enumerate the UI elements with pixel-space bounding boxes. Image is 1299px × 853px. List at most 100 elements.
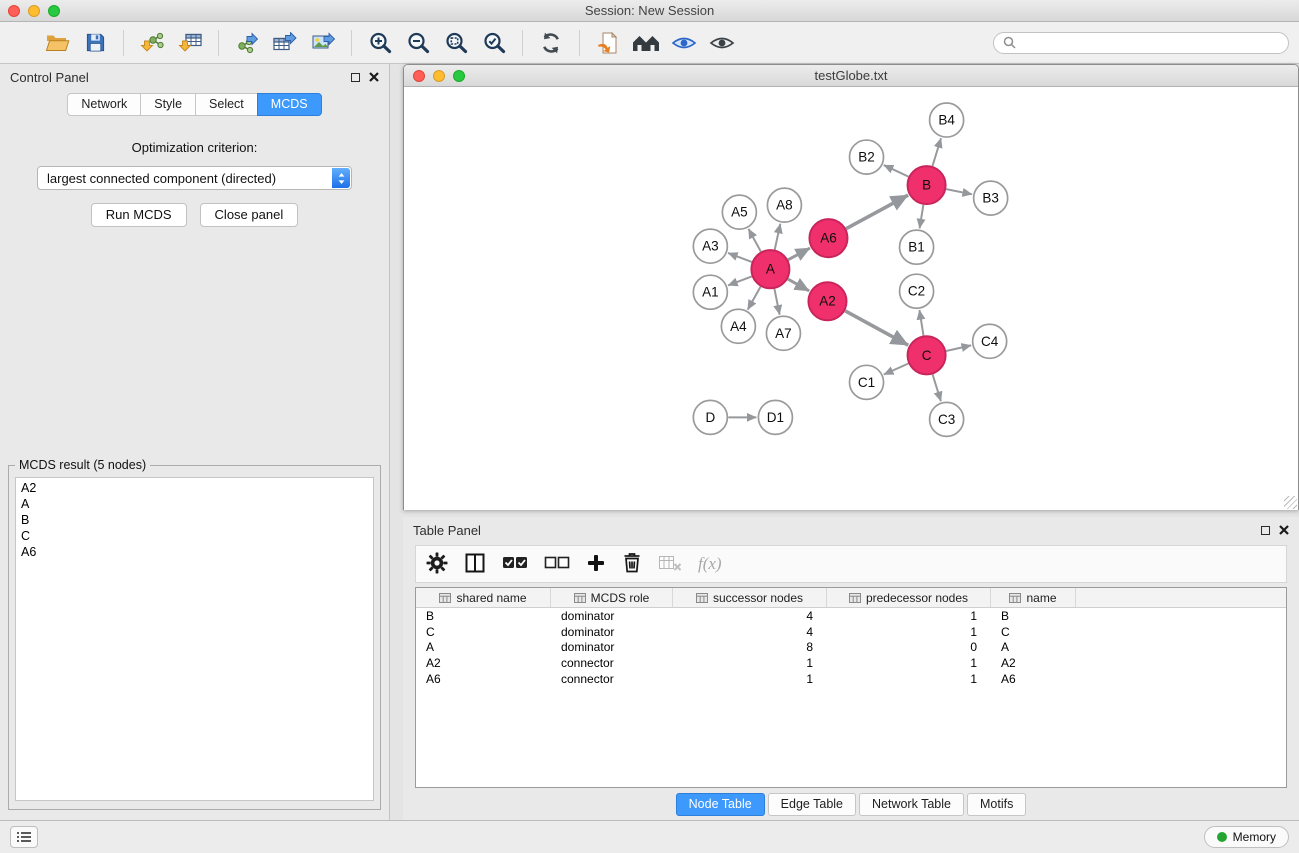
- network-overview-button[interactable]: [627, 27, 665, 59]
- minimize-network-window-button[interactable]: [433, 70, 445, 82]
- graph-node-C[interactable]: C: [908, 336, 946, 374]
- zoom-fit-button[interactable]: [437, 27, 475, 59]
- close-network-window-button[interactable]: [413, 70, 425, 82]
- save-session-button[interactable]: [76, 27, 114, 59]
- graph-node-A2[interactable]: A2: [808, 282, 846, 320]
- function-builder-button[interactable]: f(x): [698, 554, 722, 574]
- table-settings-button[interactable]: [426, 552, 448, 577]
- search-input[interactable]: [1021, 36, 1279, 50]
- tab-mcds[interactable]: MCDS: [257, 93, 322, 116]
- graph-node-B3[interactable]: B3: [974, 181, 1008, 215]
- close-panel-button[interactable]: Close panel: [200, 203, 299, 227]
- close-window-button[interactable]: [8, 5, 20, 17]
- graph-node-A7[interactable]: A7: [766, 316, 800, 350]
- float-panel-icon[interactable]: [351, 73, 360, 82]
- column-header-successor-nodes[interactable]: successor nodes: [673, 588, 827, 607]
- graph-node-C3[interactable]: C3: [930, 402, 964, 436]
- network-graph[interactable]: B4B2BB3A5A8A6B1A3AC2A1A2A4A7C4C1CC3DD1: [404, 87, 1298, 510]
- graph-edge-A-A2[interactable]: [788, 279, 809, 291]
- graph-edge-A-A3[interactable]: [728, 253, 752, 262]
- export-network-button[interactable]: [228, 27, 266, 59]
- tab-edge-table[interactable]: Edge Table: [768, 793, 856, 816]
- mcds-result-list[interactable]: A2ABCA6: [15, 477, 374, 801]
- graph-node-C1[interactable]: C1: [849, 365, 883, 399]
- graph-node-C4[interactable]: C4: [973, 324, 1007, 358]
- window-resize-handle[interactable]: [1284, 496, 1297, 509]
- graph-edge-A-A5[interactable]: [748, 229, 760, 252]
- refresh-view-button[interactable]: [532, 27, 570, 59]
- graph-node-D1[interactable]: D1: [758, 400, 792, 434]
- zoom-out-button[interactable]: [399, 27, 437, 59]
- add-column-button[interactable]: [586, 553, 606, 576]
- tab-style[interactable]: Style: [140, 93, 196, 116]
- graph-node-A8[interactable]: A8: [767, 188, 801, 222]
- table-row[interactable]: A6connector11A6: [416, 671, 1286, 687]
- graph-edge-C-C1[interactable]: [884, 364, 909, 375]
- graph-edge-C-C4[interactable]: [946, 345, 971, 351]
- graph-node-B2[interactable]: B2: [849, 140, 883, 174]
- column-header-shared-name[interactable]: shared name: [416, 588, 551, 607]
- close-panel-icon[interactable]: [369, 72, 379, 82]
- graph-edge-A-A4[interactable]: [748, 287, 761, 310]
- minimize-window-button[interactable]: [28, 5, 40, 17]
- graph-edge-B-B2[interactable]: [884, 165, 909, 177]
- optimization-dropdown[interactable]: largest connected component (directed): [37, 166, 352, 190]
- import-network-button[interactable]: [133, 27, 171, 59]
- graph-node-A1[interactable]: A1: [693, 275, 727, 309]
- graph-edge-B-B4[interactable]: [932, 138, 941, 166]
- table-row[interactable]: Bdominator41B: [416, 608, 1286, 624]
- export-table-button[interactable]: [266, 27, 304, 59]
- run-mcds-button[interactable]: Run MCDS: [91, 203, 187, 227]
- memory-button[interactable]: Memory: [1204, 826, 1289, 848]
- column-header-name[interactable]: name: [991, 588, 1076, 607]
- graph-node-D[interactable]: D: [693, 400, 727, 434]
- show-hide-details-button[interactable]: [703, 27, 741, 59]
- graph-node-C2[interactable]: C2: [900, 274, 934, 308]
- tab-network-table[interactable]: Network Table: [859, 793, 964, 816]
- column-header-predecessor-nodes[interactable]: predecessor nodes: [827, 588, 991, 607]
- task-history-button[interactable]: [10, 826, 38, 848]
- graph-node-A5[interactable]: A5: [722, 195, 756, 229]
- table-row[interactable]: A2connector11A2: [416, 655, 1286, 671]
- zoom-selected-button[interactable]: [475, 27, 513, 59]
- annotations-button[interactable]: [589, 27, 627, 59]
- graph-edge-B-B1[interactable]: [920, 205, 924, 229]
- graph-node-B1[interactable]: B1: [900, 230, 934, 264]
- table-row[interactable]: Cdominator41C: [416, 624, 1286, 640]
- import-table-button[interactable]: [171, 27, 209, 59]
- network-canvas[interactable]: B4B2BB3A5A8A6B1A3AC2A1A2A4A7C4C1CC3DD1: [404, 87, 1298, 510]
- graph-edge-A-A6[interactable]: [788, 248, 810, 260]
- select-all-button[interactable]: [502, 555, 528, 574]
- tab-node-table[interactable]: Node Table: [676, 793, 765, 816]
- export-image-button[interactable]: [304, 27, 342, 59]
- graph-edge-A-A8[interactable]: [775, 224, 781, 250]
- graph-edge-A6-B[interactable]: [846, 195, 908, 229]
- network-window-titlebar[interactable]: testGlobe.txt: [404, 65, 1298, 87]
- graph-node-A[interactable]: A: [751, 250, 789, 288]
- close-table-panel-icon[interactable]: [1279, 525, 1289, 535]
- tab-motifs[interactable]: Motifs: [967, 793, 1026, 816]
- graph-node-A3[interactable]: A3: [693, 229, 727, 263]
- zoom-window-button[interactable]: [48, 5, 60, 17]
- graph-edge-A2-C[interactable]: [845, 311, 908, 345]
- deselect-all-button[interactable]: [544, 555, 570, 574]
- graph-node-B[interactable]: B: [908, 166, 946, 204]
- graph-node-A6[interactable]: A6: [809, 219, 847, 257]
- graph-edge-C-C3[interactable]: [933, 374, 941, 401]
- tab-network[interactable]: Network: [67, 93, 141, 116]
- column-header-mcds-role[interactable]: MCDS role: [551, 588, 673, 607]
- graph-edge-A-A7[interactable]: [774, 289, 779, 315]
- zoom-in-button[interactable]: [361, 27, 399, 59]
- float-table-panel-icon[interactable]: [1261, 526, 1270, 535]
- open-session-button[interactable]: [38, 27, 76, 59]
- graph-edge-C-C2[interactable]: [919, 310, 923, 335]
- graph-edge-B-B3[interactable]: [946, 189, 972, 194]
- graphics-details-button[interactable]: [665, 27, 703, 59]
- graph-edge-A-A1[interactable]: [728, 276, 752, 285]
- table-row[interactable]: Adominator80A: [416, 640, 1286, 656]
- search-box[interactable]: [993, 32, 1289, 54]
- graph-node-A4[interactable]: A4: [721, 309, 755, 343]
- delete-column-button[interactable]: [622, 552, 642, 577]
- zoom-network-window-button[interactable]: [453, 70, 465, 82]
- tab-select[interactable]: Select: [195, 93, 258, 116]
